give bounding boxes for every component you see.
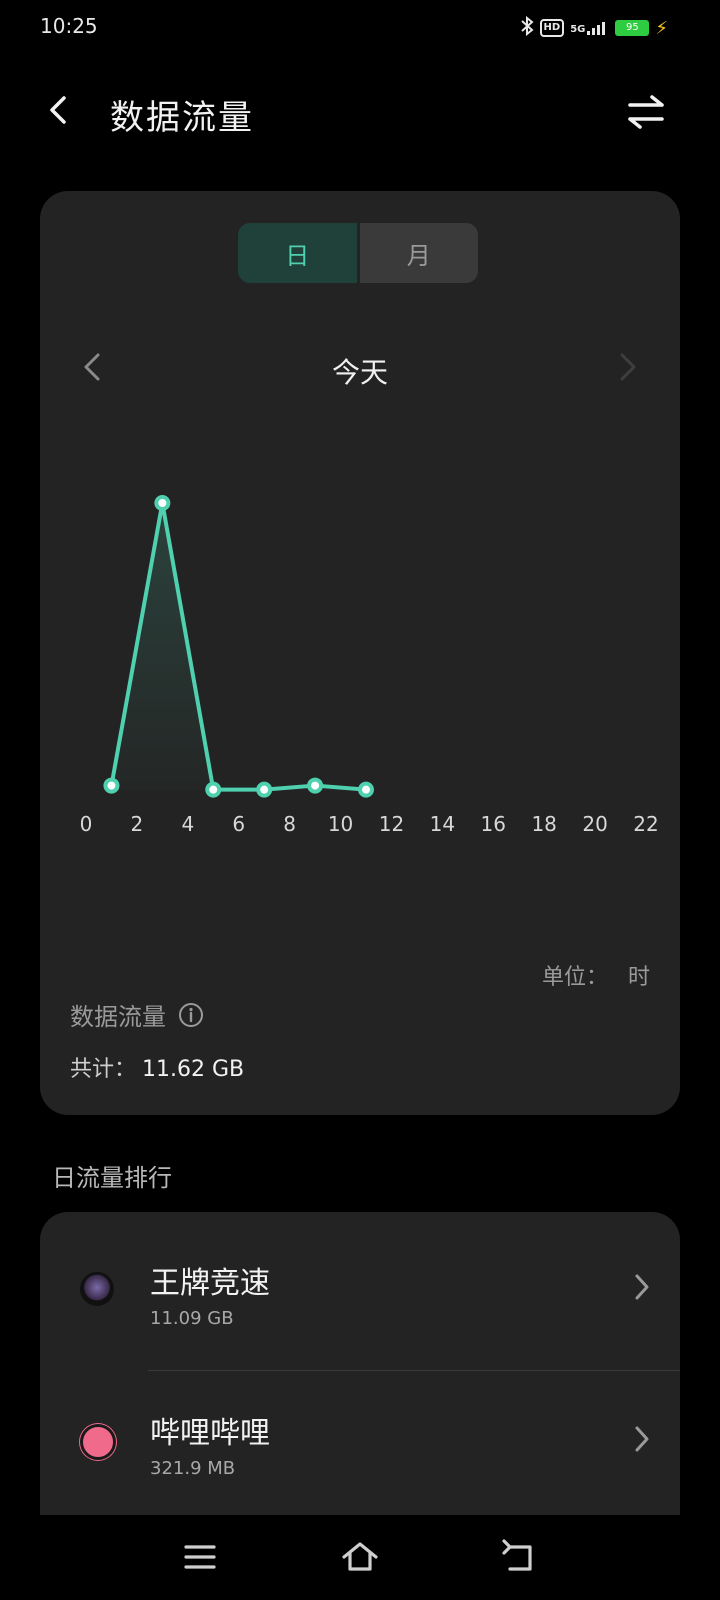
app-icon-wangpai: [80, 1272, 114, 1306]
chart-point: [358, 781, 374, 798]
system-back-button[interactable]: [500, 1539, 540, 1575]
back-button[interactable]: [40, 90, 76, 130]
list-item[interactable]: 哔哩哔哩 321.9 MB: [40, 1362, 680, 1512]
x-tick-label: 14: [430, 812, 455, 836]
chart-point: [307, 777, 324, 794]
home-icon: [342, 1542, 378, 1571]
chevron-right-icon: [635, 1274, 649, 1300]
x-tick-label: 8: [283, 812, 296, 836]
chart-area-fill: [111, 503, 366, 791]
chart-point: [256, 781, 273, 798]
status-time: 10:25: [40, 14, 98, 38]
app-icon-bilibili: [80, 1424, 116, 1460]
period-segmented-control: 日 月: [238, 223, 478, 283]
x-tick-label: 18: [531, 812, 556, 836]
app-usage: 321.9 MB: [150, 1458, 236, 1479]
signal-icon: 5G: [570, 21, 609, 35]
charging-icon: ⚡: [655, 17, 668, 39]
battery-icon: 95: [615, 20, 650, 36]
total-label: 共计：: [70, 1057, 137, 1082]
ranking-list: 王牌竞速 11.09 GB 哔哩哔哩 321.9 MB: [40, 1212, 680, 1522]
page-title: 数据流量: [110, 98, 254, 138]
x-tick-label: 0: [80, 812, 93, 836]
status-bar: 10:25 HD 5G 95 ⚡: [0, 0, 720, 56]
app-name: 哔哩哔哩: [150, 1416, 270, 1451]
hd-badge: HD: [539, 19, 565, 37]
unit-value: 时: [627, 965, 650, 990]
tab-month[interactable]: 月: [356, 223, 478, 283]
x-tick-label: 4: [181, 812, 194, 836]
menu-button[interactable]: [180, 1539, 220, 1575]
x-tick-label: 6: [232, 812, 245, 836]
unit-label: 单位： 时: [542, 959, 650, 991]
chart-point: [205, 781, 222, 798]
switch-sim-button[interactable]: [624, 92, 668, 132]
app-header: 数据流量: [0, 70, 720, 150]
status-icons: HD 5G 95 ⚡: [520, 15, 668, 40]
unit-label-text: 单位：: [541, 965, 608, 990]
total-usage: 共计： 11.62 GB: [70, 1051, 244, 1083]
app-name: 王牌竞速: [150, 1266, 270, 1301]
tab-day[interactable]: 日: [238, 223, 357, 283]
flow-summary-title: 数据流量: [70, 1003, 166, 1031]
back-arrow-icon: [502, 1539, 532, 1571]
traffic-line-chart: 0 2 4 6 8 10 12 14 16 18 20 22: [80, 495, 659, 836]
chevron-left-icon: [50, 96, 66, 124]
x-tick-label: 20: [582, 812, 607, 836]
ranking-section-title: 日流量排行: [52, 1164, 172, 1192]
date-label: 今天: [331, 356, 388, 389]
x-tick-label: 12: [379, 812, 404, 836]
list-item[interactable]: 王牌竞速 11.09 GB: [40, 1212, 680, 1362]
swap-arrows-icon: [628, 95, 664, 129]
x-tick-label: 2: [131, 812, 144, 836]
x-tick-label: 16: [481, 812, 506, 836]
chart-point: [103, 777, 120, 794]
home-button[interactable]: [340, 1539, 380, 1575]
chevron-right-icon: [620, 353, 636, 381]
chevron-right-icon: [635, 1426, 649, 1452]
x-tick-label: 10: [328, 812, 353, 836]
total-value: 11.62 GB: [142, 1057, 245, 1082]
chart-point: [154, 495, 171, 511]
info-icon[interactable]: [178, 1002, 204, 1028]
bluetooth-icon: [520, 15, 534, 40]
traffic-chart-card: 日 月 今天 0 2 4 6 8 10 12 14 16 18 20 22 单位： 时 数据流量: [40, 191, 680, 1115]
system-navigation-bar: [0, 1515, 720, 1600]
next-day-button[interactable]: [614, 349, 642, 385]
flow-summary-header: 数据流量: [70, 997, 204, 1032]
x-tick-label: 22: [633, 812, 658, 836]
app-usage: 11.09 GB: [150, 1308, 234, 1329]
menu-icon: [184, 1545, 216, 1569]
